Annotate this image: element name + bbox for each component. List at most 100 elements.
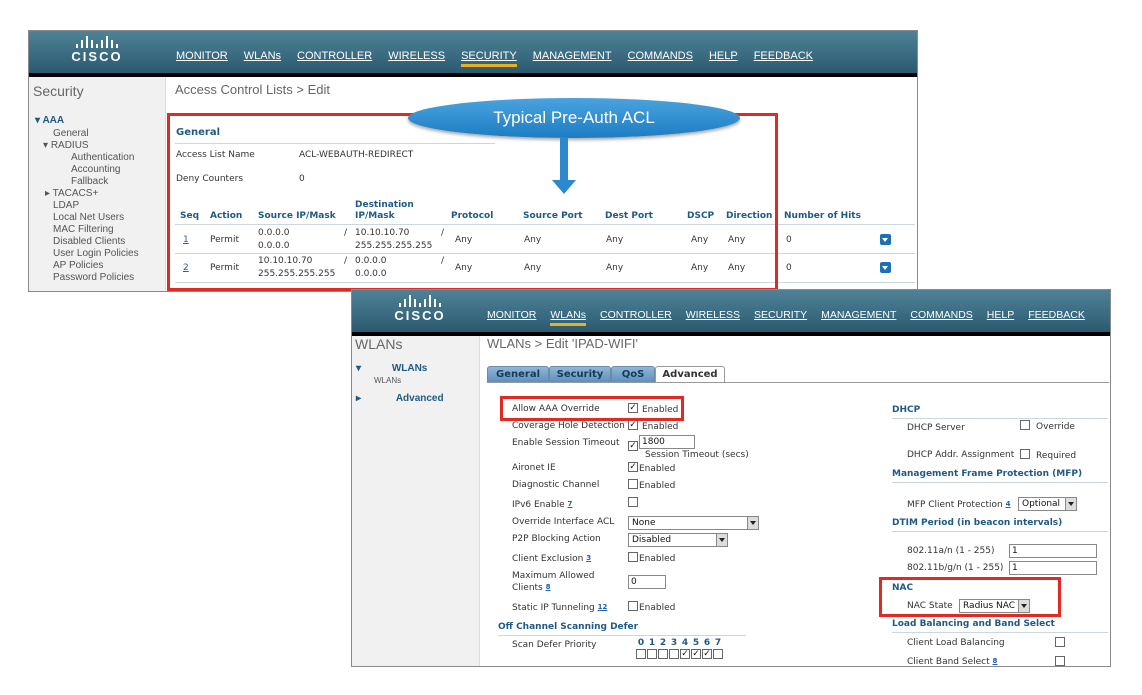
nav-security[interactable]: SECURITY	[754, 309, 807, 326]
client-exclusion-footnote-link[interactable]: 3	[586, 554, 591, 562]
priority-checkbox[interactable]	[647, 649, 657, 659]
checkbox-dhcp-required[interactable]	[1020, 449, 1030, 459]
checkbox-session-timeout[interactable]: ✓	[628, 441, 638, 451]
mfp-footnote-link[interactable]: 4	[1006, 500, 1011, 508]
nav-controller[interactable]: CONTROLLER	[600, 309, 672, 326]
priority-checkbox[interactable]: ✓	[702, 649, 712, 659]
label-session-timeout: Enable Session Timeout	[512, 438, 620, 448]
priority-label: 3	[670, 638, 678, 648]
row-1-dropdown-icon[interactable]	[880, 234, 891, 245]
acl-top-nav: MONITOR WLANs CONTROLLER WIRELESS SECURI…	[176, 50, 813, 67]
nav-controller[interactable]: CONTROLLER	[297, 50, 372, 67]
sidebar-item-user-login-policies[interactable]: User Login Policies	[53, 248, 139, 259]
checkbox-aironet-ie[interactable]: ✓	[628, 462, 638, 472]
nav-monitor[interactable]: MONITOR	[176, 50, 228, 67]
sidebar-item-aaa[interactable]: ▾ AAA	[35, 115, 64, 126]
sidebar-item-tacacs[interactable]: ▸ TACACS+	[45, 188, 98, 199]
sidebar-item-radius[interactable]: ▾ RADIUS	[43, 140, 89, 151]
priority-checkbox[interactable]: ✓	[691, 649, 701, 659]
select-mfp-client[interactable]: Optional	[1018, 497, 1077, 511]
priority-checkbox[interactable]	[713, 649, 723, 659]
nav-security[interactable]: SECURITY	[461, 50, 517, 67]
row-2-hits: 0	[786, 263, 792, 273]
band-select-footnote-link[interactable]: 8	[993, 657, 998, 665]
nav-wlans[interactable]: WLANs	[244, 50, 281, 67]
section-mfp: Management Frame Protection (MFP)	[892, 469, 1083, 479]
dhcp-rule	[892, 418, 1108, 419]
callout-arrowhead-icon	[552, 180, 576, 194]
nav-commands[interactable]: COMMANDS	[628, 50, 693, 67]
label-enabled-static-ip: Enabled	[639, 603, 676, 613]
label-override: Override	[1036, 422, 1075, 432]
nav-commands[interactable]: COMMANDS	[910, 309, 972, 326]
tab-rule	[487, 382, 1109, 383]
wlan-sidebar: WLANs ▾ WLANs WLANs ▸ Advanced	[352, 336, 480, 666]
priority-1: 1	[647, 638, 657, 659]
nav-wireless[interactable]: WIRELESS	[388, 50, 445, 67]
label-coverage-hole: Coverage Hole Detection	[512, 421, 625, 431]
page-title: WLANs > Edit 'IPAD-WIFI'	[487, 336, 638, 351]
tab-advanced[interactable]: Advanced	[655, 366, 725, 383]
select-override-interface-acl[interactable]: None	[628, 516, 759, 530]
checkbox-client-band-select[interactable]	[1055, 656, 1065, 666]
label-enabled-aironet: Enabled	[639, 464, 676, 474]
nav-wlans[interactable]: WLANs	[550, 309, 586, 326]
max-clients-footnote-link[interactable]: 8	[546, 583, 551, 591]
page-title: Access Control Lists > Edit	[175, 82, 330, 97]
nav-help[interactable]: HELP	[987, 309, 1014, 326]
cisco-bars-icon	[388, 295, 452, 307]
sidebar-subitem-wlans[interactable]: WLANs	[374, 376, 401, 385]
input-dtim-a[interactable]: 1	[1009, 544, 1097, 558]
sidebar-item-general[interactable]: General	[53, 128, 89, 139]
priority-checkbox[interactable]	[669, 649, 679, 659]
tab-qos[interactable]: QoS	[611, 366, 655, 383]
label-diagnostic-channel: Diagnostic Channel	[512, 480, 600, 490]
sidebar-item-wlans[interactable]: ▾ WLANs	[356, 363, 427, 374]
sidebar-item-local-net-users[interactable]: Local Net Users	[53, 212, 124, 223]
sidebar-item-disabled-clients[interactable]: Disabled Clients	[53, 236, 125, 247]
label-dtim-bg: 802.11b/g/n (1 - 255)	[907, 563, 1004, 573]
section-load-balancing: Load Balancing and Band Select	[892, 619, 1055, 629]
row-2-dropdown-icon[interactable]	[880, 262, 891, 273]
col-hits: Number of Hits	[784, 211, 861, 221]
priority-checkbox[interactable]	[636, 649, 646, 659]
sidebar-item-mac-filtering[interactable]: MAC Filtering	[53, 224, 114, 235]
label-p2p-blocking: P2P Blocking Action	[512, 534, 601, 544]
nav-monitor[interactable]: MONITOR	[487, 309, 536, 326]
static-ip-footnote-link[interactable]: 12	[598, 603, 608, 611]
sidebar-item-advanced[interactable]: ▸ Advanced	[356, 393, 444, 404]
sidebar-item-ldap[interactable]: LDAP	[53, 200, 79, 211]
sidebar-item-password-policies[interactable]: Password Policies	[53, 272, 134, 283]
priority-7: 7	[713, 638, 723, 659]
nav-feedback[interactable]: FEEDBACK	[754, 50, 813, 67]
tab-security[interactable]: Security	[549, 366, 611, 383]
checkbox-client-exclusion[interactable]	[628, 552, 638, 562]
chevron-down-icon	[747, 517, 758, 529]
priority-checkbox[interactable]: ✓	[680, 649, 690, 659]
sidebar-item-accounting[interactable]: Accounting	[71, 164, 120, 175]
input-session-timeout[interactable]: 1800	[639, 435, 695, 449]
nav-wireless[interactable]: WIRELESS	[686, 309, 740, 326]
dtim-rule	[892, 531, 1108, 532]
nav-feedback[interactable]: FEEDBACK	[1028, 309, 1085, 326]
sidebar-item-ap-policies[interactable]: AP Policies	[53, 260, 103, 271]
ipv6-footnote-link[interactable]: 7	[568, 500, 573, 508]
sidebar-item-authentication[interactable]: Authentication	[71, 152, 134, 163]
cisco-wordmark: CISCO	[394, 308, 446, 323]
input-max-clients[interactable]: 0	[628, 575, 666, 589]
checkbox-static-ip-tunneling[interactable]	[628, 601, 638, 611]
checkbox-diagnostic-channel[interactable]	[628, 479, 638, 489]
sidebar-item-fallback[interactable]: Fallback	[71, 176, 108, 187]
nav-management[interactable]: MANAGEMENT	[821, 309, 896, 326]
nav-management[interactable]: MANAGEMENT	[533, 50, 612, 67]
select-p2p-blocking[interactable]: Disabled	[628, 533, 728, 547]
checkbox-coverage-hole[interactable]: ✓	[628, 420, 638, 430]
tab-general[interactable]: General	[487, 366, 549, 383]
input-dtim-bg[interactable]: 1	[1009, 561, 1097, 575]
mfp-rule	[892, 482, 1108, 483]
checkbox-client-load-balancing[interactable]	[1055, 637, 1065, 647]
nav-help[interactable]: HELP	[709, 50, 738, 67]
checkbox-dhcp-override[interactable]	[1020, 420, 1030, 430]
priority-checkbox[interactable]	[658, 649, 668, 659]
checkbox-ipv6-enable[interactable]	[628, 497, 638, 507]
